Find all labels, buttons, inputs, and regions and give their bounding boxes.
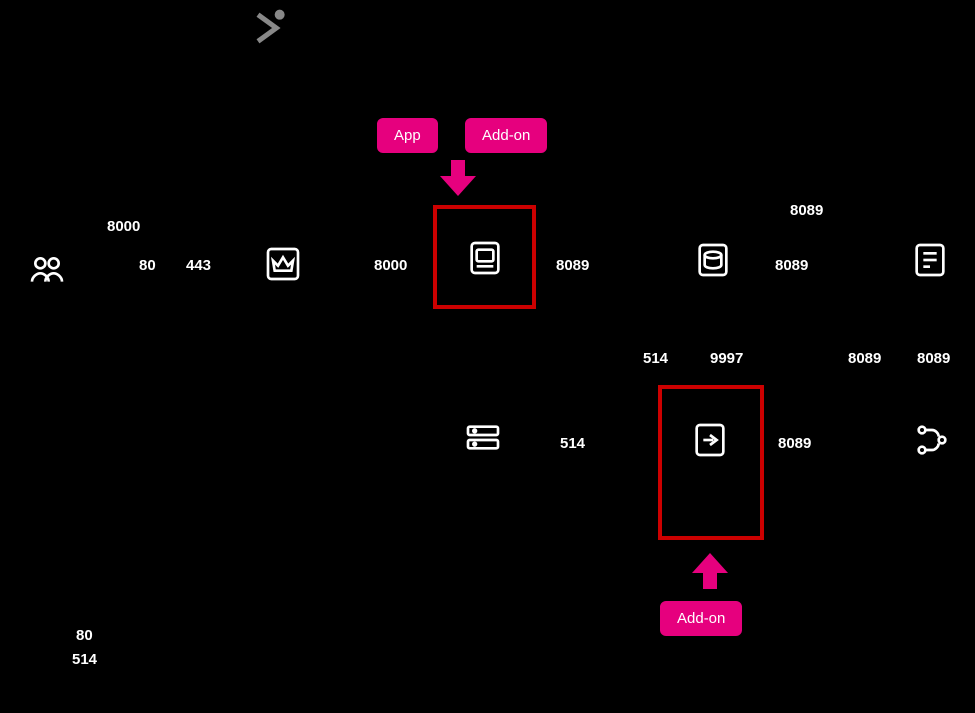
arrow-up-icon bbox=[692, 553, 728, 593]
book-app-icon bbox=[465, 238, 505, 278]
port-label: 514 bbox=[560, 435, 585, 452]
chevron-icon bbox=[248, 8, 288, 48]
port-label: 8000 bbox=[107, 218, 140, 235]
arrow-down-icon bbox=[440, 160, 476, 200]
branch-icon bbox=[912, 420, 952, 460]
book-list-icon bbox=[910, 240, 950, 280]
port-label: 8089 bbox=[917, 350, 950, 367]
crown-icon bbox=[263, 244, 303, 284]
port-label: 514 bbox=[72, 651, 97, 668]
database-box-icon bbox=[693, 240, 733, 280]
port-label: 8089 bbox=[556, 257, 589, 274]
tag-addon-bottom: Add-on bbox=[660, 601, 742, 636]
port-label: 80 bbox=[76, 627, 93, 644]
port-label: 8000 bbox=[374, 257, 407, 274]
port-label: 9997 bbox=[710, 350, 743, 367]
server-stack-icon bbox=[463, 420, 503, 460]
port-label: 8089 bbox=[778, 435, 811, 452]
port-label: 8089 bbox=[775, 257, 808, 274]
tag-addon-top: Add-on bbox=[465, 118, 547, 153]
port-label: 80 bbox=[139, 257, 156, 274]
book-arrow-icon bbox=[690, 420, 730, 460]
port-label: 8089 bbox=[790, 202, 823, 219]
tag-app: App bbox=[377, 118, 438, 153]
users-icon bbox=[27, 250, 67, 290]
port-label: 514 bbox=[643, 350, 668, 367]
port-label: 8089 bbox=[848, 350, 881, 367]
port-label: 443 bbox=[186, 257, 211, 274]
highlight-box-bottom bbox=[658, 385, 764, 540]
